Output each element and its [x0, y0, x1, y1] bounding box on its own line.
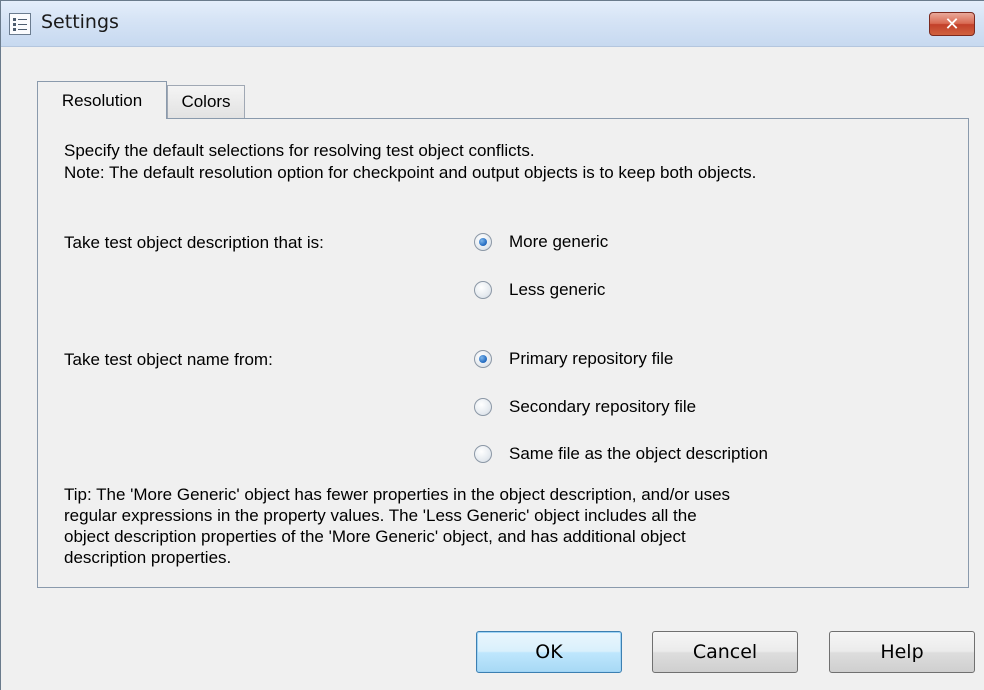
intro-text: Specify the default selections for resol…	[64, 141, 535, 160]
close-icon: ✕	[944, 14, 960, 34]
radio-label[interactable]: Secondary repository file	[509, 397, 696, 417]
radio-button[interactable]	[474, 398, 492, 416]
tab-label: Resolution	[61, 90, 143, 110]
note-text: Note: The default resolution option for …	[64, 163, 757, 182]
title-bar[interactable]: Settings ✕	[1, 1, 984, 47]
tip-line: regular expressions in the property valu…	[64, 506, 697, 525]
radio-label[interactable]: More generic	[509, 232, 608, 252]
ok-button[interactable]: OK	[476, 631, 622, 673]
tab-label: Colors	[181, 92, 231, 111]
settings-list-icon	[9, 13, 31, 35]
radio-label[interactable]: Less generic	[509, 280, 605, 300]
radio-label[interactable]: Primary repository file	[509, 349, 673, 369]
radio-button[interactable]	[474, 281, 492, 299]
cancel-button[interactable]: Cancel	[652, 631, 798, 673]
radio-button[interactable]	[474, 350, 492, 368]
radio-label[interactable]: Same file as the object description	[509, 444, 768, 464]
tab-colors[interactable]: Colors	[167, 85, 245, 118]
help-button[interactable]: Help	[829, 631, 975, 673]
radio-button[interactable]	[474, 233, 492, 251]
radio-button[interactable]	[474, 445, 492, 463]
description-group-label: Take test object description that is:	[64, 233, 324, 252]
settings-dialog: Settings ✕ Resolution Colors Specify the…	[0, 0, 984, 690]
tip-line: description properties.	[64, 548, 232, 567]
close-button[interactable]: ✕	[929, 12, 975, 36]
tip-line: Tip: The 'More Generic' object has fewer…	[64, 485, 731, 504]
tip-line: object description properties of the 'Mo…	[64, 527, 686, 546]
tab-resolution[interactable]: Resolution	[37, 81, 167, 119]
name-group-label: Take test object name from:	[64, 350, 273, 369]
window-title: Settings	[41, 11, 119, 33]
tip-text: Tip: The 'More Generic' object has fewer…	[64, 484, 964, 568]
